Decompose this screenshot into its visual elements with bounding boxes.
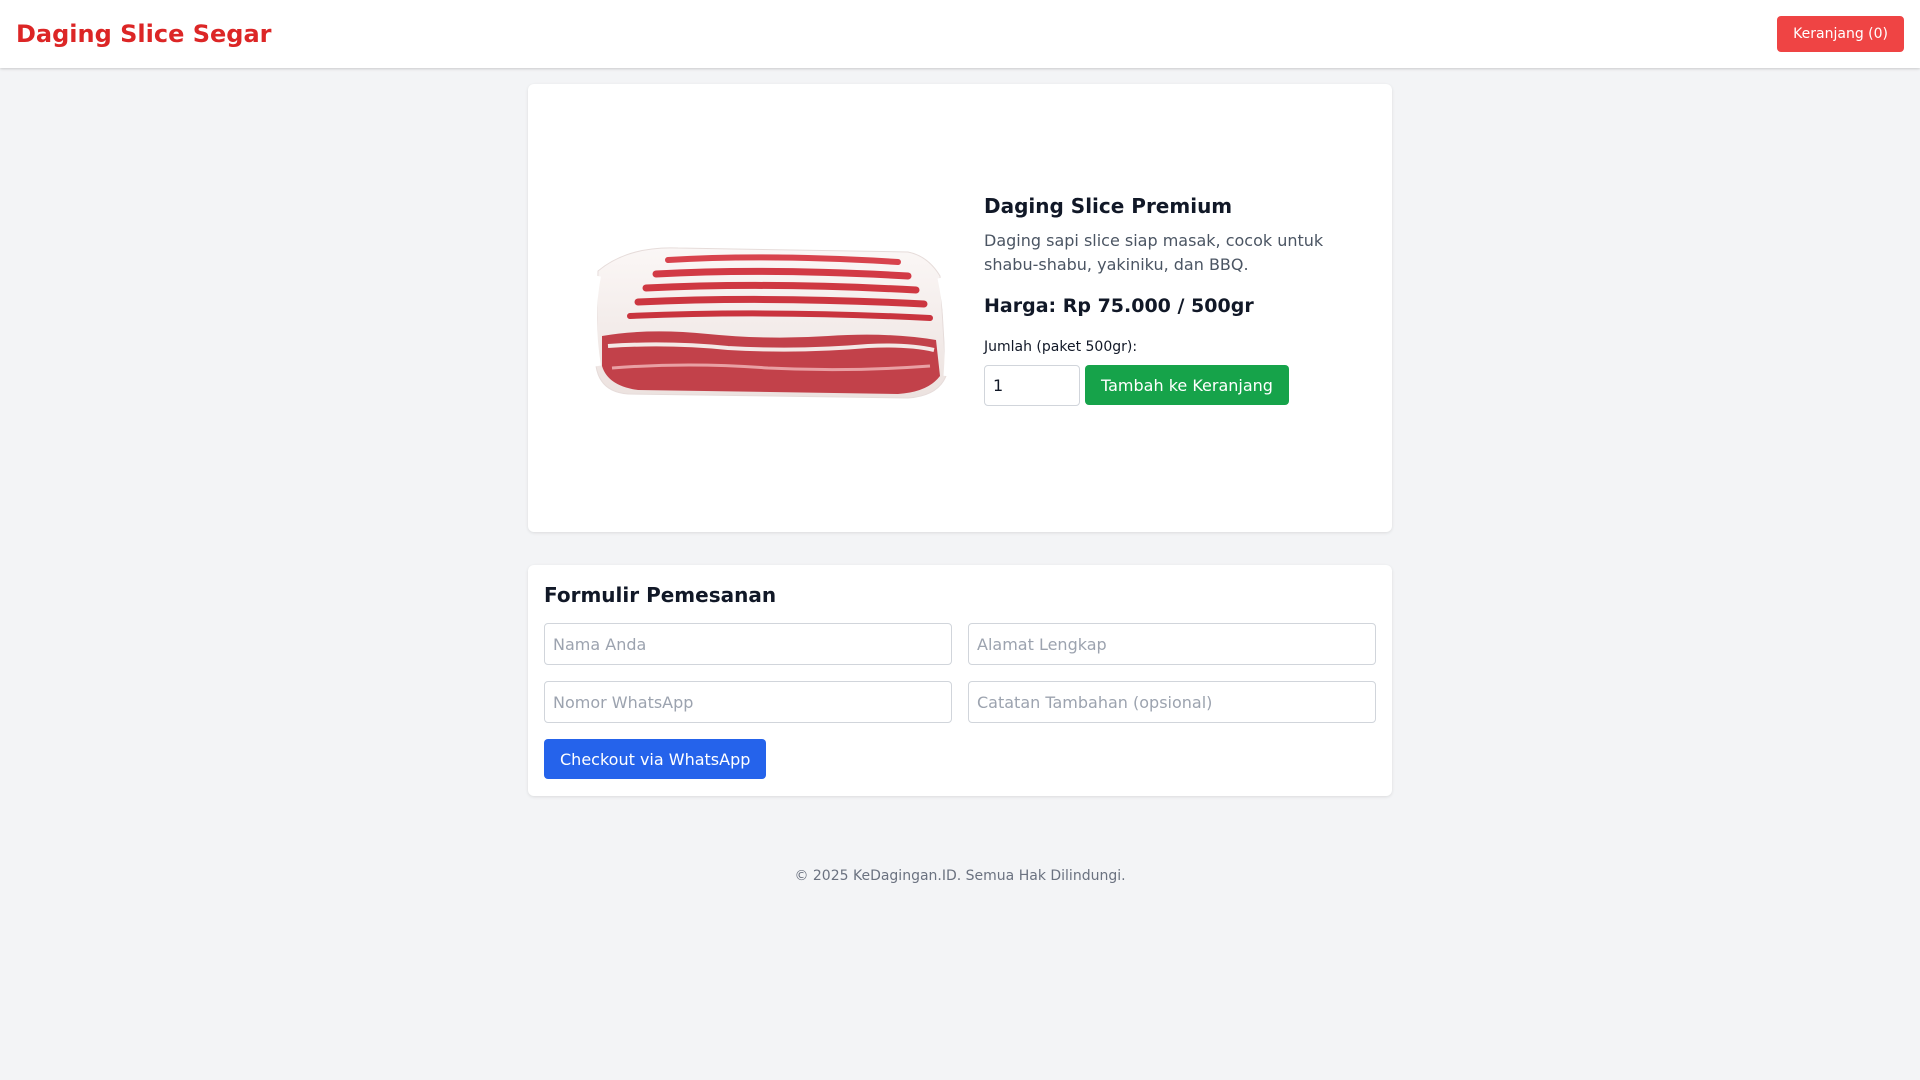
quantity-row: Tambah ke Keranjang xyxy=(984,365,1364,406)
brand-title[interactable]: Daging Slice Segar xyxy=(16,20,272,48)
site-header: Daging Slice Segar Keranjang (0) xyxy=(0,0,1920,68)
order-form-grid xyxy=(544,623,1376,723)
order-form-title: Formulir Pemesanan xyxy=(544,583,777,607)
quantity-input[interactable] xyxy=(984,365,1080,406)
order-form-card: Formulir Pemesanan Checkout via WhatsApp xyxy=(528,565,1392,796)
checkout-whatsapp-button[interactable]: Checkout via WhatsApp xyxy=(544,739,767,779)
product-name: Daging Slice Premium xyxy=(984,194,1233,218)
product-price: Harga: Rp 75.000 / 500gr xyxy=(984,295,1254,317)
address-input[interactable] xyxy=(968,623,1376,665)
add-to-cart-button[interactable]: Tambah ke Keranjang xyxy=(1085,365,1289,405)
name-input[interactable] xyxy=(544,623,952,665)
whatsapp-input[interactable] xyxy=(544,681,952,723)
footer-text: © 2025 KeDagingan.ID. Semua Hak Dilindun… xyxy=(794,868,1126,884)
product-info: Daging Slice Premium Daging sapi slice s… xyxy=(984,194,1364,406)
product-description: Daging sapi slice siap masak, cocok untu… xyxy=(984,231,1324,274)
notes-input[interactable] xyxy=(968,681,1376,723)
product-card: Daging Slice Premium Daging sapi slice s… xyxy=(528,84,1392,532)
cart-button[interactable]: Keranjang (0) xyxy=(1777,16,1904,52)
quantity-label: Jumlah (paket 500gr): xyxy=(984,339,1138,355)
meat-slice-image xyxy=(591,247,950,399)
